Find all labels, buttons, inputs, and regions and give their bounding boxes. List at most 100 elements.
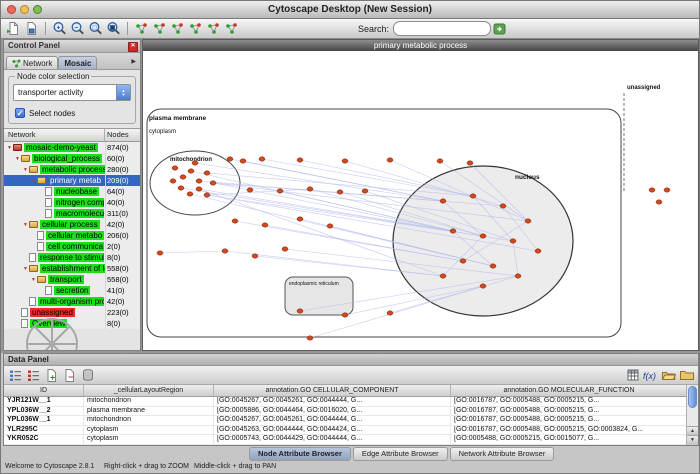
- network-node[interactable]: [172, 166, 178, 170]
- close-panel-icon[interactable]: [128, 42, 138, 52]
- network-node[interactable]: [178, 186, 184, 190]
- combo-arrow-icon[interactable]: [116, 85, 130, 100]
- tree-item-cellular-process[interactable]: ▼cellular process42(0): [4, 219, 140, 230]
- color-attribute-select[interactable]: transporter activity: [13, 84, 131, 101]
- network-node[interactable]: [470, 194, 476, 198]
- zoom-selected-icon[interactable]: □: [87, 20, 104, 37]
- expand-arrow-icon[interactable]: ▼: [6, 145, 13, 151]
- attribute-matrix-icon[interactable]: [624, 367, 641, 384]
- expand-arrow-icon[interactable]: ▼: [14, 156, 21, 162]
- column-header--cellularlayoutregion[interactable]: _cellularLayoutRegion: [84, 385, 214, 396]
- network-node[interactable]: [196, 179, 202, 183]
- scrollbar-thumb[interactable]: [688, 386, 697, 408]
- delete-attribute-icon[interactable]: −: [61, 367, 78, 384]
- tab-overflow-arrow-icon[interactable]: [129, 56, 138, 69]
- network-node[interactable]: [247, 188, 253, 192]
- network-node[interactable]: [196, 187, 202, 191]
- network-node[interactable]: [170, 179, 176, 183]
- clear-attribute-icon[interactable]: [79, 367, 96, 384]
- network-tool-icon-4[interactable]: [187, 20, 204, 37]
- data-panel-title[interactable]: Data Panel: [4, 354, 698, 366]
- expand-arrow-icon[interactable]: ▼: [22, 266, 29, 272]
- network-node[interactable]: [297, 309, 303, 313]
- column-header-network[interactable]: Network: [4, 129, 105, 141]
- zoom-out-icon[interactable]: −: [69, 20, 86, 37]
- network-node[interactable]: [387, 311, 393, 315]
- import-attributes-icon[interactable]: [660, 367, 677, 384]
- network-node[interactable]: [192, 161, 198, 165]
- network-node[interactable]: [500, 204, 506, 208]
- tree-item-cellular-metabo[interactable]: cellular metabo206(0): [4, 230, 140, 241]
- unselect-all-attributes-icon[interactable]: [25, 367, 42, 384]
- network-node[interactable]: [515, 274, 521, 278]
- expand-arrow-icon[interactable]: ▼: [22, 167, 29, 173]
- tree-item-biological-process[interactable]: ▼biological_process60(0): [4, 153, 140, 164]
- zoom-in-icon[interactable]: +: [51, 20, 68, 37]
- tree-item-response-to-stimul[interactable]: response to stimul8(0): [4, 252, 140, 263]
- table-row[interactable]: YJR121W__1mitochondrion[GO:0045267, GO:0…: [4, 397, 686, 407]
- network-node[interactable]: [649, 188, 655, 192]
- expand-arrow-icon[interactable]: ▼: [30, 178, 37, 184]
- network-node[interactable]: [259, 157, 265, 161]
- network-node[interactable]: [362, 189, 368, 193]
- network-node[interactable]: [342, 313, 348, 317]
- minimize-window-button[interactable]: [20, 5, 29, 14]
- tab-node-attribute-browser[interactable]: Node Attribute Browser: [249, 447, 351, 461]
- expand-arrow-icon[interactable]: ▼: [30, 277, 37, 283]
- network-canvas[interactable]: plasma membrane cytoplasm mitochondrion …: [143, 51, 698, 350]
- new-attribute-icon[interactable]: +: [43, 367, 60, 384]
- network-tool-icon-3[interactable]: [169, 20, 186, 37]
- select-all-attributes-icon[interactable]: [7, 367, 24, 384]
- network-node[interactable]: [480, 234, 486, 238]
- close-window-button[interactable]: [7, 5, 16, 14]
- network-node[interactable]: [297, 158, 303, 162]
- table-row[interactable]: YDR039C__1mitochondrion[GO:0045267, GO:0…: [4, 445, 686, 446]
- network-node[interactable]: [262, 223, 268, 227]
- network-node[interactable]: [460, 259, 466, 263]
- tab-network[interactable]: Network: [6, 56, 58, 69]
- tab-network-attribute-browser[interactable]: Network Attribute Browser: [450, 447, 555, 461]
- column-header-id[interactable]: ID: [4, 385, 84, 396]
- tree-item-macromolecule[interactable]: macromolecule311(0): [4, 208, 140, 219]
- network-node[interactable]: [337, 190, 343, 194]
- network-node[interactable]: [240, 159, 246, 163]
- network-node[interactable]: [450, 229, 456, 233]
- network-tool-icon-1[interactable]: [133, 20, 150, 37]
- network-node[interactable]: [510, 239, 516, 243]
- network-node[interactable]: [342, 159, 348, 163]
- zoom-fit-icon[interactable]: ▣: [105, 20, 122, 37]
- network-node[interactable]: [187, 192, 193, 196]
- scroll-down-icon[interactable]: [687, 435, 698, 445]
- column-header-annotation-go-molecular-function[interactable]: annotation.GO MOLECULAR_FUNCTION: [451, 385, 686, 396]
- table-row[interactable]: YPL036W__1mitochondrion[GO:0045267, GO:0…: [4, 416, 686, 426]
- network-node[interactable]: [440, 199, 446, 203]
- network-view-title[interactable]: primary metabolic process: [143, 40, 698, 51]
- function-builder-icon[interactable]: f(x): [642, 367, 659, 384]
- network-node[interactable]: [222, 249, 228, 253]
- tree-item-nucleobase[interactable]: nucleobase64(0): [4, 186, 140, 197]
- network-node[interactable]: [252, 254, 258, 258]
- tree-item-nitrogen-compo[interactable]: nitrogen compo40(0): [4, 197, 140, 208]
- search-options-icon[interactable]: [491, 20, 508, 37]
- network-node[interactable]: [180, 175, 186, 179]
- network-tool-icon-2[interactable]: [151, 20, 168, 37]
- network-node[interactable]: [227, 157, 233, 161]
- tree-item-multi-organism-pro[interactable]: multi-organism pro42(0): [4, 296, 140, 307]
- tab-mosaic[interactable]: Mosaic: [58, 56, 97, 69]
- expand-arrow-icon[interactable]: ▼: [22, 222, 29, 228]
- tree-item-cell-communica[interactable]: cell communica2(0): [4, 241, 140, 252]
- network-node[interactable]: [664, 188, 670, 192]
- network-node[interactable]: [157, 251, 163, 255]
- network-node[interactable]: [327, 224, 333, 228]
- tab-edge-attribute-browser[interactable]: Edge Attribute Browser: [353, 447, 448, 461]
- network-node[interactable]: [232, 219, 238, 223]
- tree-item-establishment-of-lo[interactable]: ▼establishment of lo558(0): [4, 263, 140, 274]
- select-nodes-checkbox[interactable]: [15, 108, 25, 118]
- network-node[interactable]: [387, 158, 393, 162]
- network-tool-icon-6[interactable]: [223, 20, 240, 37]
- network-node[interactable]: [210, 181, 216, 185]
- network-edge[interactable]: [199, 181, 443, 201]
- table-row[interactable]: YPL036W__2plasma membrane[GO:0005886, GO…: [4, 407, 686, 417]
- open-session-icon[interactable]: [5, 20, 22, 37]
- network-edge[interactable]: [160, 251, 225, 253]
